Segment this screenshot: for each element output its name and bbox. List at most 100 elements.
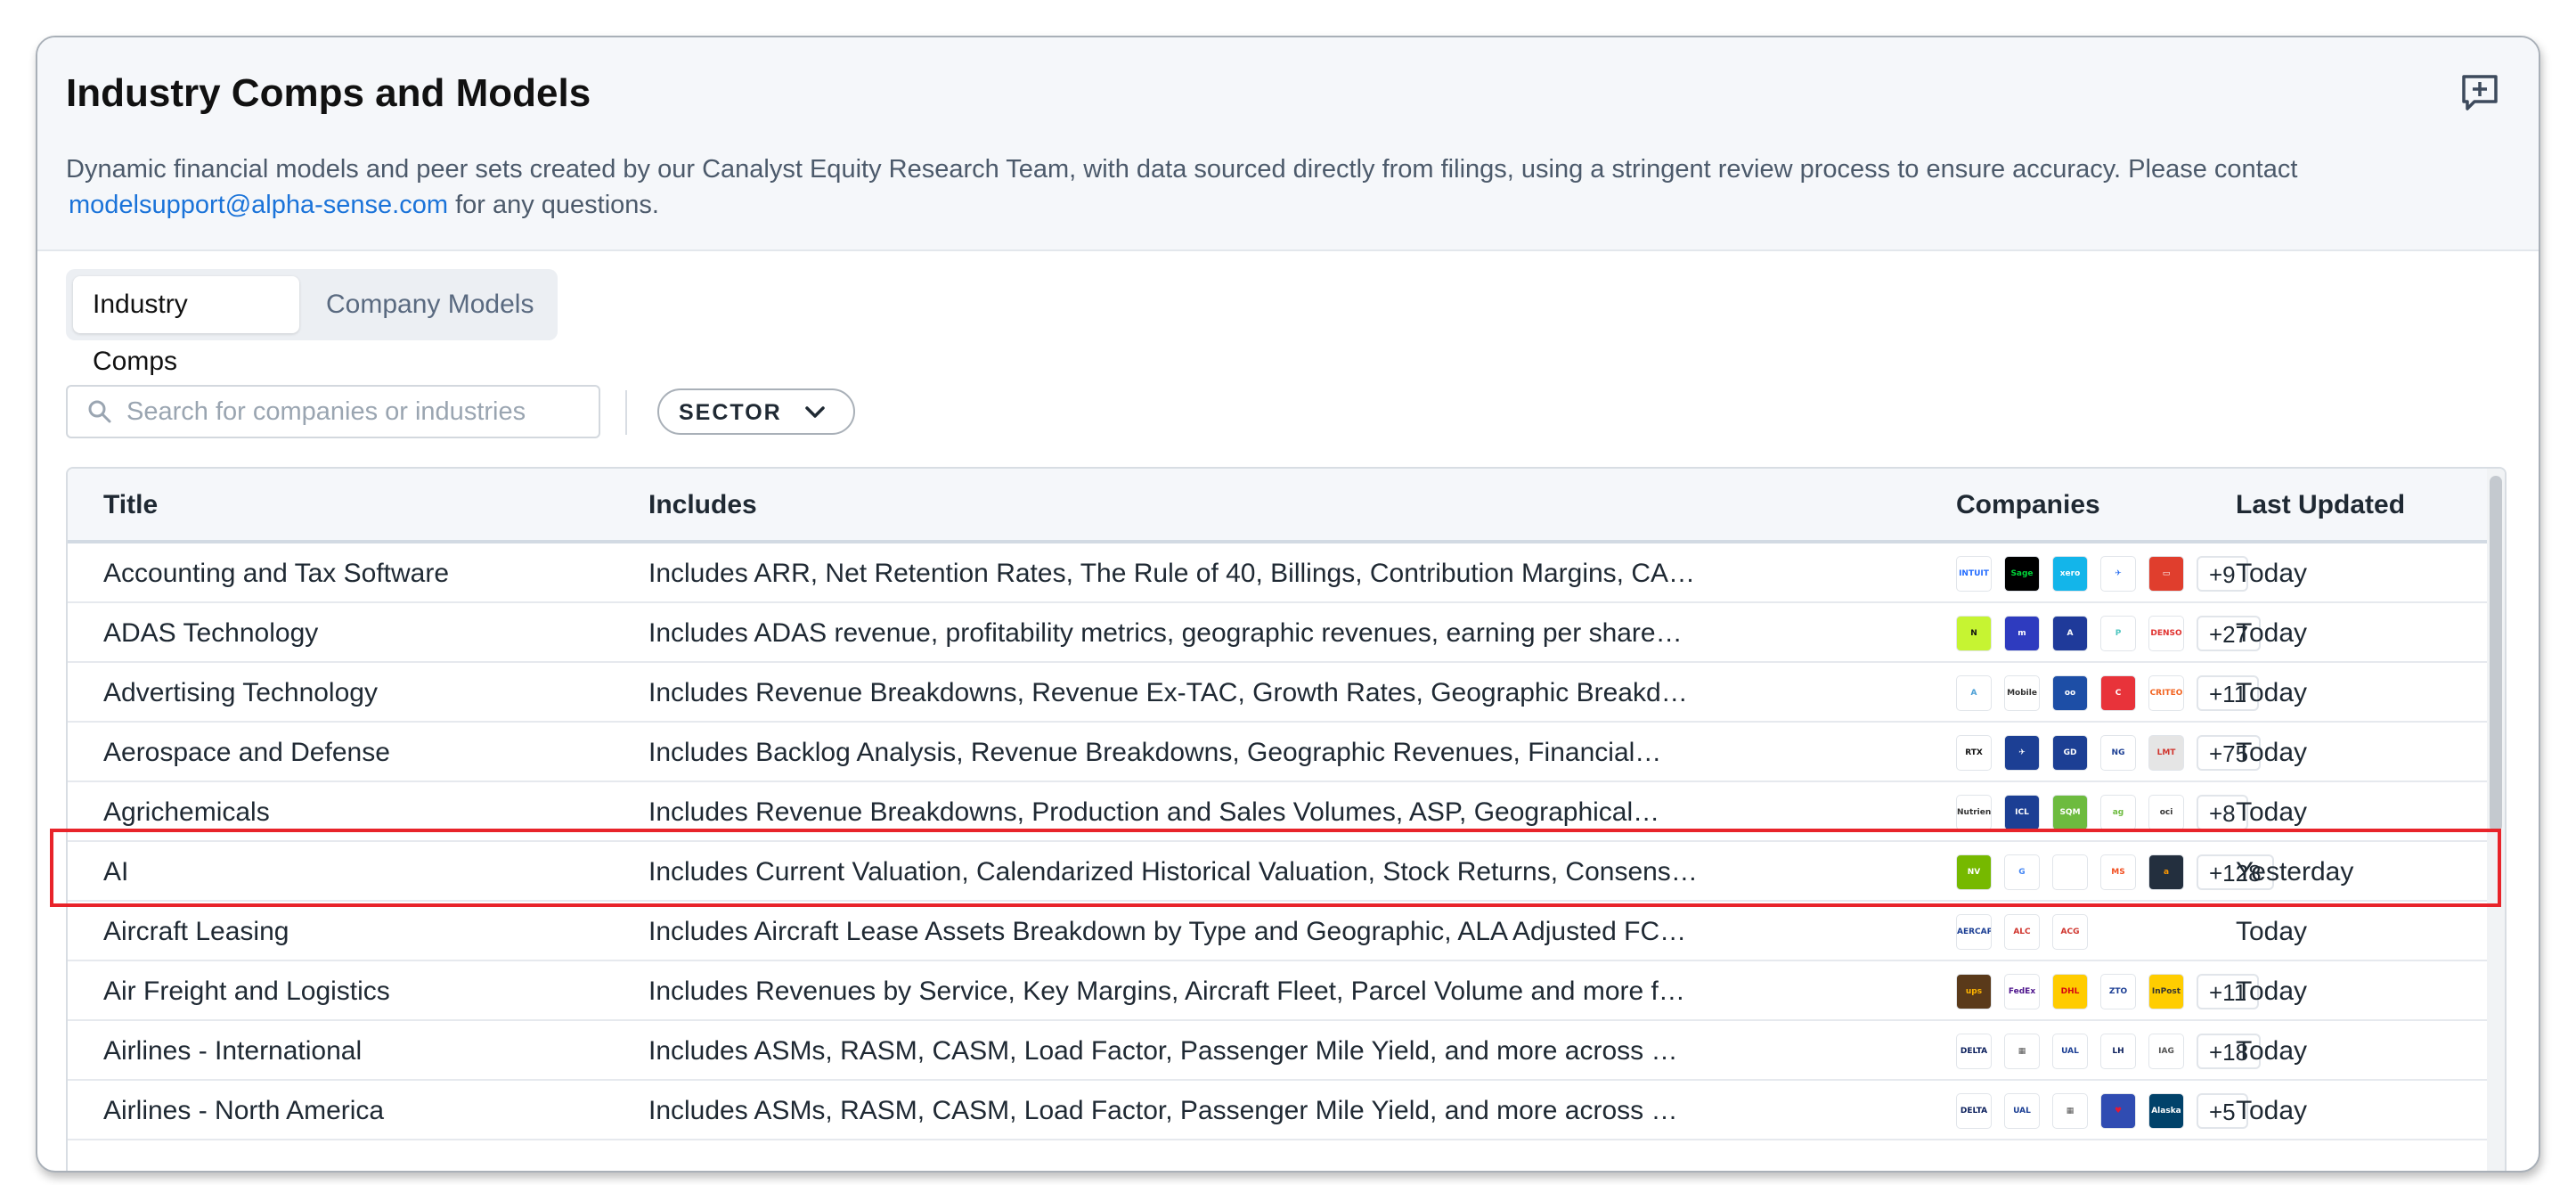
company-logo-icon[interactable]: A [2052, 616, 2088, 651]
scrollbar-thumb[interactable] [2490, 476, 2502, 832]
row-last-updated: Today [2236, 678, 2308, 707]
row-title: Airlines - North America [103, 1096, 385, 1125]
company-logo-icon[interactable]: IAG [2148, 1034, 2184, 1069]
company-logo-icon[interactable]: A [1956, 675, 1992, 711]
company-logo-icon[interactable]: ag [2100, 795, 2136, 830]
row-title: Aircraft Leasing [103, 917, 289, 946]
row-includes: Includes Revenues by Service, Key Margin… [648, 977, 1700, 1006]
company-logo-icon[interactable]: LH [2100, 1034, 2136, 1069]
company-logo-icon[interactable]: DENSO [2148, 616, 2184, 651]
company-logo-icon[interactable]: xero [2052, 556, 2088, 592]
row-last-updated: Today [2236, 1036, 2308, 1066]
sector-filter-dropdown[interactable]: SECTOR [657, 388, 855, 435]
column-header-last-updated[interactable]: Last Updated [2236, 490, 2405, 520]
row-includes: Includes ASMs, RASM, CASM, Load Factor, … [648, 1096, 1700, 1125]
row-last-updated: Today [2236, 559, 2308, 588]
company-logo-icon[interactable]: P [2100, 616, 2136, 651]
company-logo-icon[interactable]: Sage [2004, 556, 2040, 592]
company-logo-icon[interactable]: Mobile [2004, 675, 2040, 711]
row-last-updated: Today [2236, 917, 2308, 946]
company-logo-icon[interactable]: C [2100, 675, 2136, 711]
company-logo-icon[interactable]: oo [2052, 675, 2088, 711]
company-logo-icon[interactable]: LMT [2148, 735, 2184, 771]
comps-table: Title Includes Companies Last Updated Ac… [66, 467, 2507, 1171]
company-logo-icon[interactable]: Alaska [2148, 1093, 2184, 1129]
company-logo-icon[interactable]: oci [2148, 795, 2184, 830]
company-logo-icon[interactable]: UAL [2004, 1093, 2040, 1129]
row-includes: Includes Backlog Analysis, Revenue Break… [648, 738, 1662, 767]
company-logo-icon[interactable]: DELTA [1956, 1034, 1992, 1069]
company-logo-icon[interactable]: INTUIT [1956, 556, 1992, 592]
table-row[interactable]: Accounting and Tax Software Includes ARR,… [68, 543, 2489, 603]
row-includes: Includes Aircraft Lease Assets Breakdown… [648, 917, 1700, 946]
highlight-box [50, 829, 2501, 907]
company-logo-icon[interactable]: ▭ [2148, 556, 2184, 592]
company-logo-icon[interactable]: ✈ [2004, 735, 2040, 771]
search-box [66, 385, 600, 438]
company-logo-icon[interactable]: AERCAP [1956, 914, 1992, 950]
column-header-companies[interactable]: Companies [1956, 490, 2100, 520]
row-title: Airlines - International [103, 1036, 363, 1066]
table-scrollbar[interactable] [2487, 469, 2505, 1171]
company-logo-icon[interactable]: InPost [2148, 974, 2184, 1009]
add-comment-icon[interactable] [2458, 71, 2501, 114]
company-logo-icon[interactable]: Nutrien [1956, 795, 1992, 830]
sector-filter-label: SECTOR [679, 400, 782, 425]
page-title: Industry Comps and Models [66, 71, 591, 115]
tab-industry-comps[interactable]: Industry Comps [73, 276, 299, 376]
table-row[interactable]: Aerospace and Defense Includes Backlog An… [68, 723, 2489, 782]
row-last-updated: Today [2236, 977, 2308, 1006]
support-email-link[interactable]: modelsupport@alpha-sense.com [69, 191, 448, 219]
company-logo-icon[interactable]: ACG [2052, 914, 2088, 950]
company-logo-icon[interactable]: CRITEO [2148, 675, 2184, 711]
page-description: Dynamic financial models and peer sets c… [66, 151, 2489, 223]
table-row[interactable]: Aircraft Leasing Includes Aircraft Lease … [68, 902, 2489, 961]
company-logo-icon[interactable]: RTX [1956, 735, 1992, 771]
company-logo-icon[interactable]: N [1956, 616, 1992, 651]
company-logo-icon[interactable]: ♥ [2100, 1093, 2136, 1129]
row-last-updated: Today [2236, 1096, 2308, 1125]
row-includes: Includes ADAS revenue, profitability met… [648, 618, 1683, 648]
description-suffix: for any questions. [455, 191, 659, 219]
company-logo-icon[interactable]: UAL [2052, 1034, 2088, 1069]
company-logo-icon[interactable]: GD [2052, 735, 2088, 771]
company-logo-icon[interactable]: ICL [2004, 795, 2040, 830]
chevron-down-icon [805, 406, 825, 418]
company-logo-icon[interactable]: SQM [2052, 795, 2088, 830]
column-header-title[interactable]: Title [103, 490, 158, 520]
table-row[interactable]: Airlines - North America Includes ASMs, R… [68, 1081, 2489, 1140]
table-row[interactable]: ADAS Technology Includes ADAS revenue, pr… [68, 603, 2489, 663]
company-logo-icon[interactable]: DHL [2052, 974, 2088, 1009]
table-row[interactable]: Airlines - International Includes ASMs, R… [68, 1021, 2489, 1081]
company-logo-icon[interactable]: NG [2100, 735, 2136, 771]
table-row[interactable]: Air Freight and Logistics Includes Revenu… [68, 961, 2489, 1021]
panel-header: Industry Comps and Models Dynamic financ… [37, 37, 2539, 251]
row-title: Agrichemicals [103, 797, 270, 827]
row-title: ADAS Technology [103, 618, 319, 648]
row-last-updated: Today [2236, 797, 2308, 827]
row-includes: Includes Revenue Breakdowns, Production … [648, 797, 1660, 827]
company-logo-icon[interactable]: ALC [2004, 914, 2040, 950]
tab-company-models[interactable]: Company Models [306, 276, 553, 333]
company-logo-icon[interactable]: ▦ [2052, 1093, 2088, 1129]
row-last-updated: Today [2236, 618, 2308, 648]
table-row[interactable]: Advertising Technology Includes Revenue B… [68, 663, 2489, 723]
company-logo-icon[interactable]: ZTO [2100, 974, 2136, 1009]
company-logo-icon[interactable]: FedEx [2004, 974, 2040, 1009]
company-logo-icon[interactable]: DELTA [1956, 1093, 1992, 1129]
company-logo-icon[interactable]: ▦ [2004, 1034, 2040, 1069]
company-logo-icon[interactable]: ups [1956, 974, 1992, 1009]
row-includes: Includes Revenue Breakdowns, Revenue Ex-… [648, 678, 1700, 707]
company-logo-icon[interactable]: m [2004, 616, 2040, 651]
toolbar-divider [625, 390, 627, 435]
search-input[interactable] [126, 394, 590, 429]
company-logo-icon[interactable]: ✈ [2100, 556, 2136, 592]
tab-group: Industry Comps Company Models [66, 269, 558, 376]
row-title: Accounting and Tax Software [103, 559, 450, 588]
description-text: Dynamic financial models and peer sets c… [66, 155, 2298, 184]
row-title: Advertising Technology [103, 678, 378, 707]
table-header: Title Includes Companies Last Updated [68, 469, 2489, 543]
column-header-includes[interactable]: Includes [648, 490, 757, 520]
row-last-updated: Today [2236, 738, 2308, 767]
row-title: Aerospace and Defense [103, 738, 390, 767]
